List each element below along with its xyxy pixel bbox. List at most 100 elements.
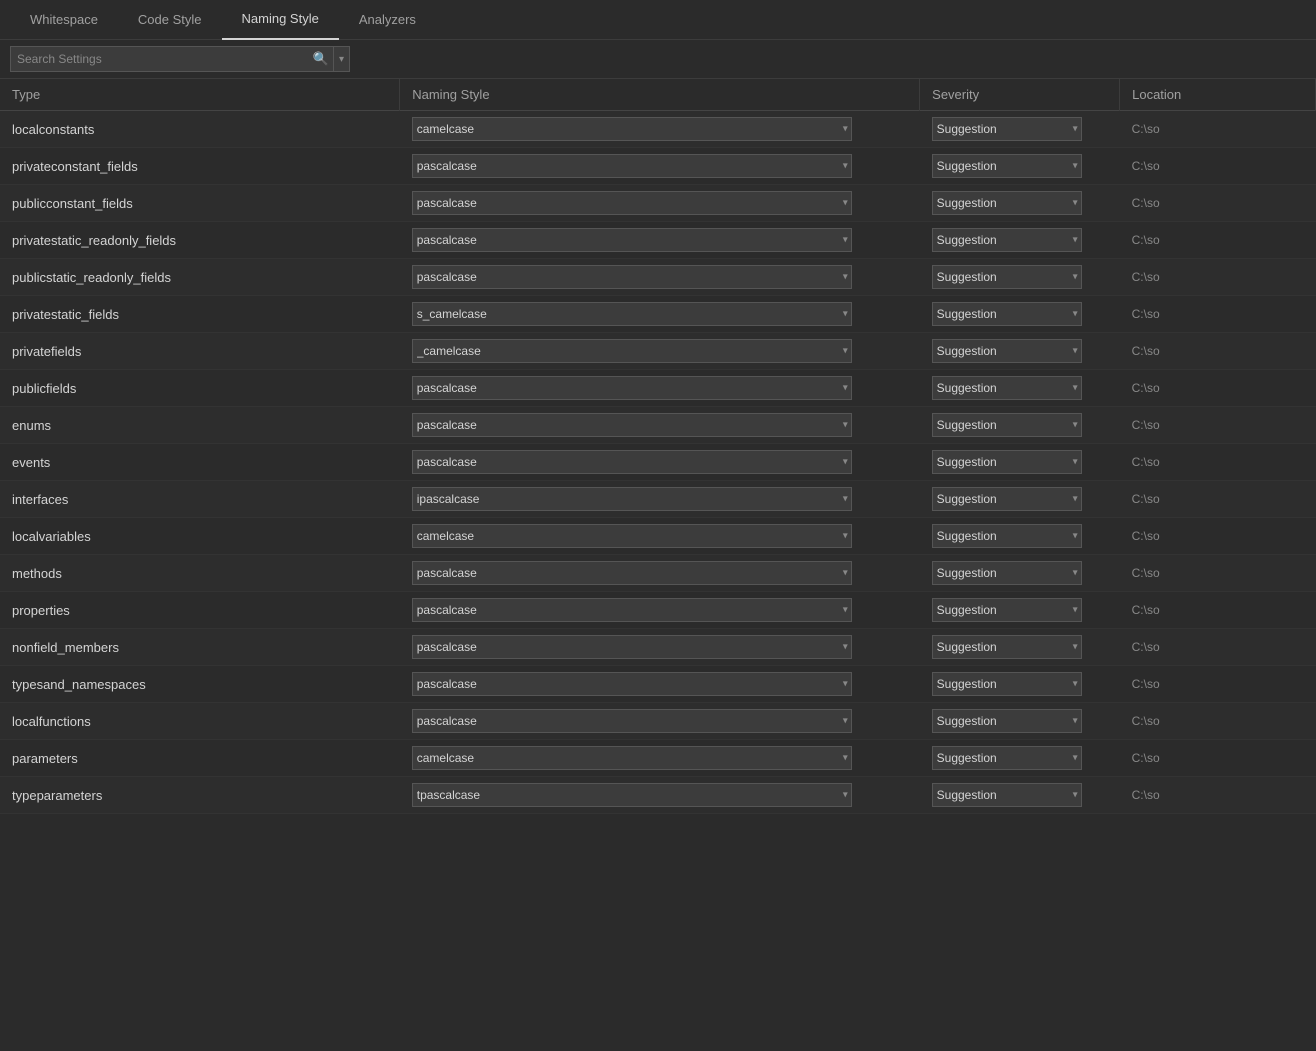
table-row: localfunctionscamelcasepascalcases_camel… <box>0 703 1316 740</box>
naming-style-cell: camelcasepascalcases_camelcase_camelcase… <box>400 629 920 666</box>
location-cell: C:\so <box>1120 296 1316 333</box>
naming-style-cell: camelcasepascalcases_camelcase_camelcase… <box>400 444 920 481</box>
severity-select[interactable]: NoneSilentSuggestionWarningError <box>932 376 1082 400</box>
severity-cell: NoneSilentSuggestionWarningError <box>920 555 1120 592</box>
type-cell: properties <box>0 592 400 629</box>
severity-select[interactable]: NoneSilentSuggestionWarningError <box>932 413 1082 437</box>
severity-select[interactable]: NoneSilentSuggestionWarningError <box>932 598 1082 622</box>
severity-select[interactable]: NoneSilentSuggestionWarningError <box>932 117 1082 141</box>
location-cell: C:\so <box>1120 333 1316 370</box>
severity-select[interactable]: NoneSilentSuggestionWarningError <box>932 746 1082 770</box>
severity-cell: NoneSilentSuggestionWarningError <box>920 222 1120 259</box>
severity-cell: NoneSilentSuggestionWarningError <box>920 666 1120 703</box>
tab-whitespace[interactable]: Whitespace <box>10 0 118 40</box>
naming-style-select[interactable]: camelcasepascalcases_camelcase_camelcase… <box>412 154 852 178</box>
naming-style-cell: camelcasepascalcases_camelcase_camelcase… <box>400 407 920 444</box>
naming-style-select[interactable]: camelcasepascalcases_camelcase_camelcase… <box>412 302 852 326</box>
naming-style-cell: camelcasepascalcases_camelcase_camelcase… <box>400 592 920 629</box>
table-row: localconstantscamelcasepascalcases_camel… <box>0 111 1316 148</box>
tab-code-style[interactable]: Code Style <box>118 0 222 40</box>
severity-cell: NoneSilentSuggestionWarningError <box>920 629 1120 666</box>
severity-cell: NoneSilentSuggestionWarningError <box>920 444 1120 481</box>
naming-style-select[interactable]: camelcasepascalcases_camelcase_camelcase… <box>412 672 852 696</box>
type-cell: privatestatic_readonly_fields <box>0 222 400 259</box>
table-row: publicstatic_readonly_fieldscamelcasepas… <box>0 259 1316 296</box>
location-cell: C:\so <box>1120 592 1316 629</box>
table-row: nonfield_memberscamelcasepascalcases_cam… <box>0 629 1316 666</box>
severity-select[interactable]: NoneSilentSuggestionWarningError <box>932 561 1082 585</box>
location-cell: C:\so <box>1120 370 1316 407</box>
naming-style-cell: camelcasepascalcases_camelcase_camelcase… <box>400 259 920 296</box>
table-row: typeparameterscamelcasepascalcases_camel… <box>0 777 1316 814</box>
severity-cell: NoneSilentSuggestionWarningError <box>920 259 1120 296</box>
severity-select[interactable]: NoneSilentSuggestionWarningError <box>932 191 1082 215</box>
type-cell: localvariables <box>0 518 400 555</box>
severity-select[interactable]: NoneSilentSuggestionWarningError <box>932 339 1082 363</box>
naming-style-select[interactable]: camelcasepascalcases_camelcase_camelcase… <box>412 339 852 363</box>
location-cell: C:\so <box>1120 666 1316 703</box>
location-cell: C:\so <box>1120 222 1316 259</box>
naming-style-cell: camelcasepascalcases_camelcase_camelcase… <box>400 666 920 703</box>
naming-style-select[interactable]: camelcasepascalcases_camelcase_camelcase… <box>412 635 852 659</box>
naming-style-select[interactable]: camelcasepascalcases_camelcase_camelcase… <box>412 746 852 770</box>
naming-style-select[interactable]: camelcasepascalcases_camelcase_camelcase… <box>412 487 852 511</box>
table-container: Type Naming Style Severity Location loca… <box>0 79 1316 814</box>
type-cell: methods <box>0 555 400 592</box>
naming-style-select[interactable]: camelcasepascalcases_camelcase_camelcase… <box>412 376 852 400</box>
severity-select[interactable]: NoneSilentSuggestionWarningError <box>932 450 1082 474</box>
naming-style-select[interactable]: camelcasepascalcases_camelcase_camelcase… <box>412 413 852 437</box>
severity-select[interactable]: NoneSilentSuggestionWarningError <box>932 783 1082 807</box>
naming-style-select[interactable]: camelcasepascalcases_camelcase_camelcase… <box>412 783 852 807</box>
naming-style-select[interactable]: camelcasepascalcases_camelcase_camelcase… <box>412 265 852 289</box>
naming-style-select[interactable]: camelcasepascalcases_camelcase_camelcase… <box>412 228 852 252</box>
col-header-naming-style: Naming Style <box>400 79 920 111</box>
col-header-type: Type <box>0 79 400 111</box>
location-cell: C:\so <box>1120 185 1316 222</box>
naming-style-cell: camelcasepascalcases_camelcase_camelcase… <box>400 518 920 555</box>
location-cell: C:\so <box>1120 740 1316 777</box>
severity-cell: NoneSilentSuggestionWarningError <box>920 370 1120 407</box>
settings-table: Type Naming Style Severity Location loca… <box>0 79 1316 814</box>
severity-cell: NoneSilentSuggestionWarningError <box>920 407 1120 444</box>
naming-style-cell: camelcasepascalcases_camelcase_camelcase… <box>400 481 920 518</box>
table-row: parameters camelcasepascalcases_camelcase… <box>0 740 1316 777</box>
naming-style-select[interactable]: camelcasepascalcases_camelcase_camelcase… <box>412 598 852 622</box>
location-cell: C:\so <box>1120 407 1316 444</box>
search-icon[interactable]: 🔍 <box>309 47 333 71</box>
severity-select[interactable]: NoneSilentSuggestionWarningError <box>932 635 1082 659</box>
table-row: privateconstant_fieldscamelcasepascalcas… <box>0 148 1316 185</box>
search-input[interactable] <box>11 52 309 66</box>
severity-select[interactable]: NoneSilentSuggestionWarningError <box>932 487 1082 511</box>
table-row: privatestatic_readonly_fields camelcasepa… <box>0 222 1316 259</box>
type-cell: interfaces <box>0 481 400 518</box>
location-cell: C:\so <box>1120 444 1316 481</box>
search-dropdown-icon[interactable]: ▾ <box>333 47 349 71</box>
location-cell: C:\so <box>1120 777 1316 814</box>
location-cell: C:\so <box>1120 629 1316 666</box>
severity-select[interactable]: NoneSilentSuggestionWarningError <box>932 709 1082 733</box>
naming-style-select[interactable]: camelcasepascalcases_camelcase_camelcase… <box>412 117 852 141</box>
severity-select[interactable]: NoneSilentSuggestionWarningError <box>932 154 1082 178</box>
naming-style-select[interactable]: camelcasepascalcases_camelcase_camelcase… <box>412 524 852 548</box>
severity-cell: NoneSilentSuggestionWarningError <box>920 592 1120 629</box>
naming-style-select[interactable]: camelcasepascalcases_camelcase_camelcase… <box>412 561 852 585</box>
severity-select[interactable]: NoneSilentSuggestionWarningError <box>932 228 1082 252</box>
tab-naming-style[interactable]: Naming Style <box>222 0 339 40</box>
severity-select[interactable]: NoneSilentSuggestionWarningError <box>932 265 1082 289</box>
naming-style-select[interactable]: camelcasepascalcases_camelcase_camelcase… <box>412 450 852 474</box>
table-row: properties camelcasepascalcases_camelcase… <box>0 592 1316 629</box>
severity-select[interactable]: NoneSilentSuggestionWarningError <box>932 524 1082 548</box>
naming-style-select[interactable]: camelcasepascalcases_camelcase_camelcase… <box>412 709 852 733</box>
severity-select[interactable]: NoneSilentSuggestionWarningError <box>932 302 1082 326</box>
severity-cell: NoneSilentSuggestionWarningError <box>920 518 1120 555</box>
naming-style-cell: camelcasepascalcases_camelcase_camelcase… <box>400 222 920 259</box>
naming-style-cell: camelcasepascalcases_camelcase_camelcase… <box>400 148 920 185</box>
type-cell: parameters <box>0 740 400 777</box>
location-cell: C:\so <box>1120 518 1316 555</box>
severity-select[interactable]: NoneSilentSuggestionWarningError <box>932 672 1082 696</box>
naming-style-select[interactable]: camelcasepascalcases_camelcase_camelcase… <box>412 191 852 215</box>
severity-cell: NoneSilentSuggestionWarningError <box>920 148 1120 185</box>
naming-style-cell: camelcasepascalcases_camelcase_camelcase… <box>400 740 920 777</box>
tab-analyzers[interactable]: Analyzers <box>339 0 436 40</box>
table-header-row: Type Naming Style Severity Location <box>0 79 1316 111</box>
